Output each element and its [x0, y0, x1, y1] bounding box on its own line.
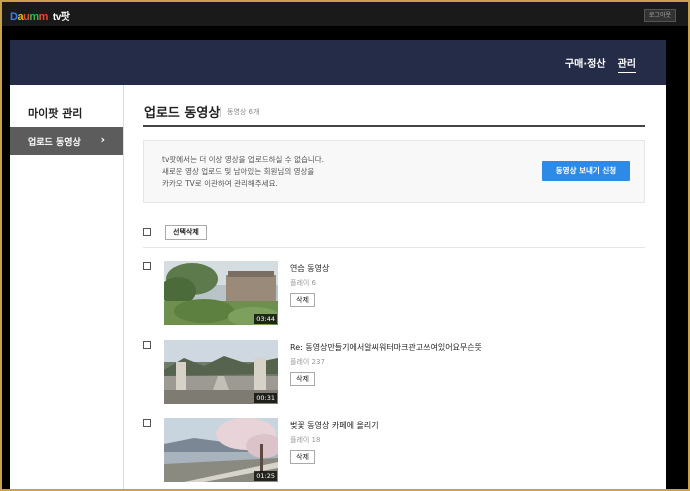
- video-thumbnail[interactable]: 00:31: [164, 340, 278, 404]
- video-play-count: 플레이 6: [290, 279, 316, 287]
- video-duration: 03:44: [254, 314, 277, 324]
- video-item: 00:31 Re: 동영상만들기에서알씨워터마크관고쓰여있어요무슨뜻 플레이 2…: [143, 340, 645, 406]
- video-duration: 00:31: [254, 393, 277, 403]
- video-item: 01:25 벚꽃 동영상 카페에 올리기 플레이 18 삭제: [143, 418, 645, 484]
- video-title[interactable]: 연습 동영상: [290, 263, 329, 274]
- video-duration: 01:25: [254, 471, 277, 481]
- service-name: tv팟: [52, 12, 70, 23]
- video-thumbnail[interactable]: 01:25: [164, 418, 278, 482]
- delete-selected-button[interactable]: 선택삭제: [165, 225, 207, 240]
- video-play-count: 플레이 237: [290, 358, 325, 366]
- video-title[interactable]: Re: 동영상만들기에서알씨워터마크관고쓰여있어요무슨뜻: [290, 342, 482, 353]
- video-thumbnail[interactable]: 03:44: [164, 261, 278, 325]
- delete-video-button[interactable]: 삭제: [290, 293, 315, 307]
- video-title[interactable]: 벚꽃 동영상 카페에 올리기: [290, 420, 379, 431]
- sidebar: 마이팟 관리 업로드 동영상 ›: [10, 85, 124, 489]
- header: 구매·정산 관리: [10, 40, 666, 85]
- notice-box: tv팟에서는 더 이상 영상을 업로드하실 수 없습니다. 새로운 영상 업로드…: [143, 140, 645, 203]
- daum-logo[interactable]: Daumm tv팟: [10, 8, 70, 23]
- sidebar-title: 마이팟 관리: [28, 107, 83, 120]
- video-count: 동영상 6개: [227, 108, 260, 116]
- video-item: 03:44 연습 동영상 플레이 6 삭제: [143, 261, 645, 327]
- page-window: 구매·정산 관리 마이팟 관리 업로드 동영상 › 업로드 동영상 동영상 6개…: [10, 40, 666, 489]
- delete-video-button[interactable]: 삭제: [290, 450, 315, 464]
- chevron-right-icon: ›: [100, 133, 105, 146]
- video-checkbox[interactable]: [143, 341, 151, 349]
- delete-video-button[interactable]: 삭제: [290, 372, 315, 386]
- title-row: 업로드 동영상 동영상 6개: [143, 101, 645, 127]
- title-divider: [220, 107, 221, 117]
- nav-manage[interactable]: 관리: [617, 55, 636, 73]
- list-toolbar: 선택삭제: [143, 221, 645, 248]
- video-play-count: 플레이 18: [290, 436, 321, 444]
- page-title: 업로드 동영상: [144, 106, 221, 121]
- video-checkbox[interactable]: [143, 262, 151, 270]
- video-checkbox[interactable]: [143, 419, 151, 427]
- sidebar-item-label: 업로드 동영상: [28, 138, 81, 148]
- nav-purchase-settlement[interactable]: 구매·정산: [565, 55, 606, 73]
- notice-text: tv팟에서는 더 이상 영상을 업로드하실 수 없습니다. 새로운 영상 업로드…: [162, 155, 325, 188]
- logout-button[interactable]: 로그아웃: [643, 9, 676, 22]
- header-nav: 구매·정산 관리: [565, 55, 636, 73]
- top-bar: Daumm tv팟 로그아웃: [2, 2, 688, 26]
- sidebar-item-uploaded-videos[interactable]: 업로드 동영상 ›: [10, 127, 123, 155]
- select-all-checkbox[interactable]: [143, 228, 151, 236]
- send-videos-request-button[interactable]: 동영상 보내기 신청: [542, 161, 630, 181]
